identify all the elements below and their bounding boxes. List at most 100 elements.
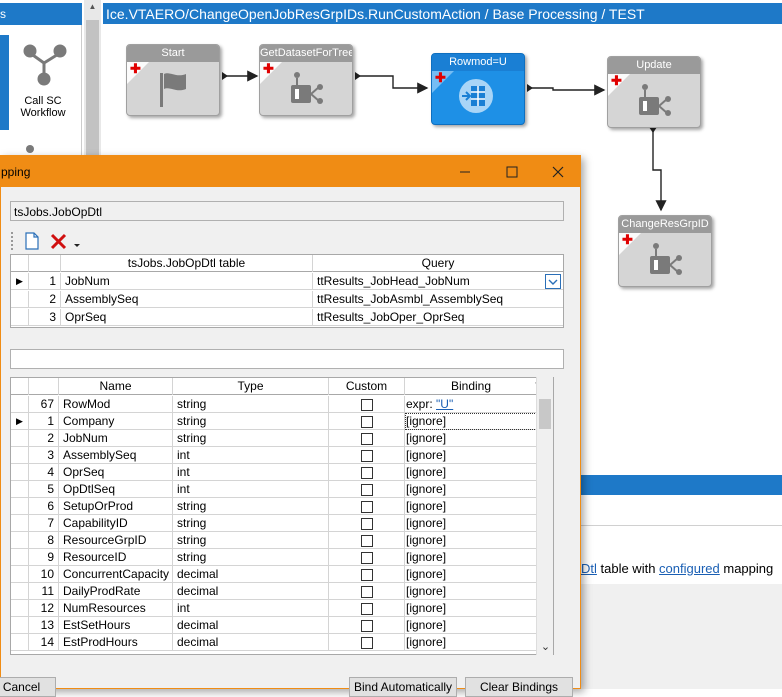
workflow-node-changeresgrpid[interactable]: ChangeResGrpID ✚ <box>618 215 712 287</box>
scrollbar-thumb[interactable] <box>539 399 551 429</box>
custom-checkbox[interactable] <box>360 637 373 650</box>
query-dropdown-button[interactable] <box>545 274 561 289</box>
field-row[interactable]: 67 RowMod string expr: "U" <box>11 396 537 413</box>
column-header-table[interactable]: tsJobs.JobOpDtl table <box>61 255 313 272</box>
row-selector[interactable] <box>11 447 29 464</box>
minimize-button[interactable] <box>442 156 488 187</box>
workflow-node-rowmod[interactable]: Rowmod=U ✚ <box>431 53 525 125</box>
field-row[interactable]: 7 CapabilityID string [ignore] <box>11 515 537 532</box>
configured-link[interactable]: configured <box>659 561 720 576</box>
delete-icon[interactable] <box>50 231 68 251</box>
row-selector[interactable] <box>11 532 29 549</box>
field-row[interactable]: ▶ 1 Company string [ignore] <box>11 413 537 430</box>
binding-cell[interactable]: [ignore] <box>405 498 537 515</box>
binding-cell[interactable]: [ignore] <box>405 447 537 464</box>
row-selector[interactable] <box>11 566 29 583</box>
binding-cell[interactable]: [ignore] <box>405 617 537 634</box>
scroll-down-icon[interactable]: ⌄ <box>537 639 554 655</box>
query-cell[interactable]: ttResults_JobAsmbl_AssemblySeq <box>313 291 563 308</box>
binding-cell[interactable]: expr: "U" <box>405 396 537 413</box>
binding-link[interactable]: "U" <box>436 397 453 411</box>
field-row[interactable]: 9 ResourceID string [ignore] <box>11 549 537 566</box>
row-selector[interactable] <box>11 583 29 600</box>
filter-input[interactable] <box>10 349 564 369</box>
field-row[interactable]: 14 EstProdHours decimal [ignore] <box>11 634 537 651</box>
field-row[interactable]: 4 OprSeq int [ignore] <box>11 464 537 481</box>
call-sc-workflow-tool[interactable]: Call SC Workflow <box>8 33 78 129</box>
field-row[interactable]: 5 OpDtlSeq int [ignore] <box>11 481 537 498</box>
fields-grid-scrollbar[interactable]: ⌄ <box>536 377 553 655</box>
column-header-binding[interactable]: Binding <box>405 378 537 395</box>
binding-cell[interactable]: [ignore] <box>405 481 537 498</box>
row-selector[interactable] <box>11 515 29 532</box>
binding-cell[interactable]: [ignore] <box>405 430 537 447</box>
field-cell[interactable]: JobNum <box>61 273 313 290</box>
workflow-node-update[interactable]: Update ✚ <box>607 56 701 128</box>
field-row[interactable]: 8 ResourceGrpID string [ignore] <box>11 532 537 549</box>
binding-cell[interactable]: [ignore] <box>405 532 537 549</box>
custom-checkbox[interactable] <box>360 416 373 429</box>
binding-cell[interactable]: [ignore] <box>405 515 537 532</box>
custom-checkbox[interactable] <box>360 433 373 446</box>
field-row[interactable]: 10 ConcurrentCapacity decimal [ignore] <box>11 566 537 583</box>
custom-checkbox[interactable] <box>360 603 373 616</box>
custom-checkbox[interactable] <box>360 569 373 582</box>
field-row[interactable]: 6 SetupOrProd string [ignore] <box>11 498 537 515</box>
maximize-button[interactable] <box>489 156 535 187</box>
field-row[interactable]: 13 EstSetHours decimal [ignore] <box>11 617 537 634</box>
add-icon[interactable]: ✚ <box>622 233 633 246</box>
custom-checkbox[interactable] <box>360 552 373 565</box>
bind-automatically-button[interactable]: Bind Automatically <box>349 677 457 697</box>
add-icon[interactable]: ✚ <box>130 62 141 75</box>
custom-checkbox[interactable] <box>360 501 373 514</box>
mapping-row[interactable]: 2 AssemblySeq ttResults_JobAsmbl_Assembl… <box>11 291 563 308</box>
row-selector[interactable] <box>11 600 29 617</box>
scrollbar-thumb[interactable] <box>86 20 99 170</box>
mapping-row[interactable]: 3 OprSeq ttResults_JobOper_OprSeq <box>11 309 563 326</box>
custom-checkbox[interactable] <box>360 484 373 497</box>
add-icon[interactable]: ✚ <box>435 71 446 84</box>
custom-checkbox[interactable] <box>360 535 373 548</box>
table-link[interactable]: Dtl <box>581 561 597 576</box>
clear-bindings-button[interactable]: Clear Bindings <box>465 677 573 697</box>
row-selector[interactable] <box>11 396 29 413</box>
row-selector[interactable] <box>11 617 29 634</box>
add-icon[interactable]: ✚ <box>263 62 274 75</box>
row-selector[interactable] <box>11 481 29 498</box>
field-row[interactable]: 11 DailyProdRate decimal [ignore] <box>11 583 537 600</box>
field-row[interactable]: 3 AssemblySeq int [ignore] <box>11 447 537 464</box>
column-header-query[interactable]: Query <box>313 255 563 272</box>
binding-cell[interactable]: [ignore] <box>405 464 537 481</box>
row-selector[interactable] <box>11 464 29 481</box>
custom-checkbox[interactable] <box>360 518 373 531</box>
new-document-icon[interactable] <box>24 231 40 251</box>
binding-cell[interactable]: [ignore] <box>405 634 537 651</box>
dropdown-arrow-icon[interactable] <box>73 231 81 251</box>
custom-checkbox[interactable] <box>360 620 373 633</box>
query-cell[interactable]: ttResults_JobOper_OprSeq <box>313 309 563 326</box>
row-selector[interactable] <box>11 549 29 566</box>
row-selector[interactable] <box>11 430 29 447</box>
scroll-up-icon[interactable]: ▲ <box>84 2 101 16</box>
binding-cell[interactable]: [ignore] <box>405 600 537 617</box>
workflow-node-getdatasetfortree[interactable]: GetDatasetForTree ✚ <box>259 44 353 116</box>
row-selector[interactable] <box>11 309 29 326</box>
dialog-titlebar[interactable]: pping <box>1 156 580 187</box>
add-icon[interactable]: ✚ <box>611 74 622 87</box>
column-header-name[interactable]: Name <box>59 378 173 395</box>
field-cell[interactable]: AssemblySeq <box>61 291 313 308</box>
mapping-row[interactable]: ▶ 1 JobNum ttResults_JobHead_JobNum <box>11 273 563 290</box>
binding-cell[interactable]: [ignore] <box>405 583 537 600</box>
binding-cell[interactable]: [ignore] <box>405 566 537 583</box>
custom-checkbox[interactable] <box>360 450 373 463</box>
binding-cell[interactable]: [ignore] <box>405 413 537 430</box>
binding-cell[interactable]: [ignore] <box>405 549 537 566</box>
field-row[interactable]: 2 JobNum string [ignore] <box>11 430 537 447</box>
custom-checkbox[interactable] <box>360 586 373 599</box>
cancel-button[interactable]: Cancel <box>0 677 56 697</box>
column-header-custom[interactable]: Custom <box>329 378 405 395</box>
field-cell[interactable]: OprSeq <box>61 309 313 326</box>
workflow-node-start[interactable]: Start ✚ <box>126 44 220 116</box>
custom-checkbox[interactable] <box>360 399 373 412</box>
row-selector[interactable] <box>11 634 29 651</box>
